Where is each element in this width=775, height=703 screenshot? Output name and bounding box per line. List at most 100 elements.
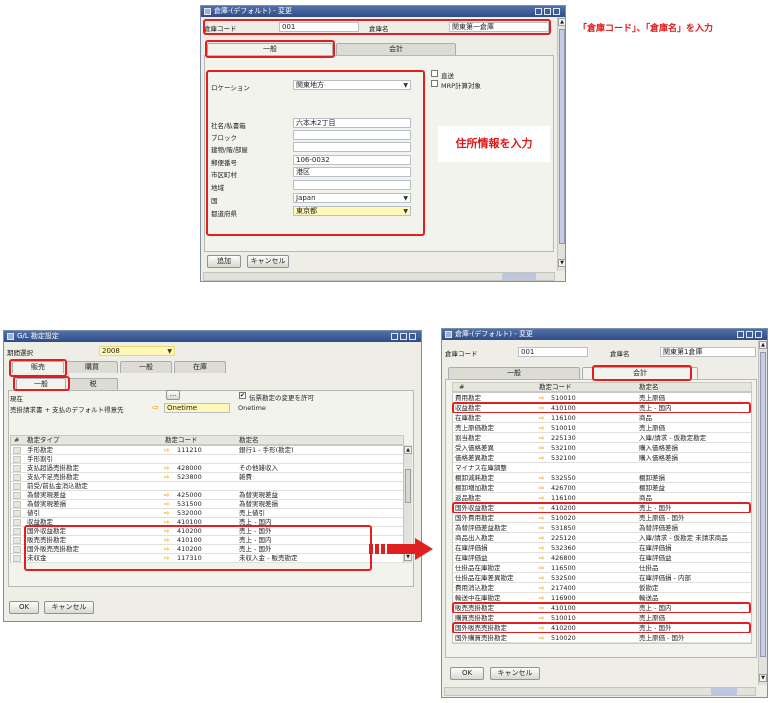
table-row[interactable]: 費用消込勘定 ⇨ 217400 仮勘定 <box>453 583 751 593</box>
add-button[interactable]: 追加 <box>207 255 241 268</box>
account-link-arrow-icon[interactable]: ⇨ <box>539 483 544 493</box>
tab-general[interactable]: 一般 <box>120 361 172 373</box>
cancel-button[interactable]: キャンセル <box>247 255 289 268</box>
account-link-arrow-icon[interactable]: ⇨ <box>539 513 544 523</box>
table-row[interactable]: 前受/前払金消込勘定 <box>11 482 403 491</box>
account-link-arrow-icon[interactable]: ⇨ <box>539 423 544 433</box>
horizontal-scrollbar[interactable] <box>444 687 756 696</box>
account-link-arrow-icon[interactable]: ⇨ <box>164 491 169 500</box>
table-row[interactable]: 手形割引 <box>11 455 403 464</box>
scroll-up-icon[interactable]: ▲ <box>558 18 565 26</box>
table-row[interactable]: 価格差異勘定 ⇨ 532100 購入価格差損 <box>453 453 751 463</box>
table-row[interactable]: 商品出入勘定 ⇨ 225120 入庫/請求 - 仮勘定 未請求商品 <box>453 533 751 543</box>
row-handle[interactable] <box>13 537 21 544</box>
table-row[interactable]: 受入価格差異 ⇨ 532100 購入価格差損 <box>453 443 751 453</box>
horizontal-scrollbar[interactable] <box>203 272 555 281</box>
minimize-icon[interactable] <box>535 8 542 15</box>
scroll-down-icon[interactable]: ▼ <box>759 674 767 682</box>
account-link-arrow-icon[interactable]: ⇨ <box>152 403 159 412</box>
table-row[interactable]: 値引 ⇨ 532000 売上値引 <box>11 509 403 518</box>
account-link-arrow-icon[interactable]: ⇨ <box>539 583 544 593</box>
table-row[interactable]: 割当勘定 ⇨ 225130 入庫/請求 - 仮勘定勘定 <box>453 433 751 443</box>
filter-button[interactable]: ... <box>166 390 180 400</box>
table-row[interactable]: 支払不足売掛勘定 ⇨ 523800 雑費 <box>11 473 403 482</box>
minimize-icon[interactable] <box>391 333 398 340</box>
row-handle[interactable] <box>13 465 21 472</box>
scroll-up-icon[interactable]: ▲ <box>404 446 412 454</box>
row-handle[interactable] <box>13 483 21 490</box>
account-link-arrow-icon[interactable]: ⇨ <box>164 509 169 518</box>
table-row[interactable]: 支払超過売掛勘定 ⇨ 428000 その他雑収入 <box>11 464 403 473</box>
table-row[interactable]: 在庫評価損 ⇨ 532360 在庫評価損 <box>453 543 751 553</box>
account-link-arrow-icon[interactable]: ⇨ <box>539 563 544 573</box>
row-handle[interactable] <box>13 492 21 499</box>
table-row[interactable]: 国外費用勘定 ⇨ 510020 売上原価 - 国外 <box>453 513 751 523</box>
tab-purchasing[interactable]: 購買 <box>66 361 118 373</box>
row-handle[interactable] <box>13 501 21 508</box>
scroll-thumb[interactable] <box>405 469 411 503</box>
tab-accounting[interactable]: 会計 <box>336 43 456 55</box>
table-row[interactable]: 在庫勘定 ⇨ 116100 商品 <box>453 413 751 423</box>
row-handle[interactable] <box>13 447 21 454</box>
table-row[interactable]: 手形勘定 ⇨ 111210 銀行1 - 手形(勘定) <box>11 446 403 455</box>
account-link-arrow-icon[interactable]: ⇨ <box>164 464 169 473</box>
table-row[interactable]: 仕掛品在庫勘定 ⇨ 116500 仕掛品 <box>453 563 751 573</box>
account-link-arrow-icon[interactable]: ⇨ <box>164 446 169 455</box>
table-row[interactable]: 仕掛品在庫差異勘定 ⇨ 532500 在庫評価損 - 内部 <box>453 573 751 583</box>
account-link-arrow-icon[interactable]: ⇨ <box>539 453 544 463</box>
hscroll-thumb[interactable] <box>711 688 737 695</box>
cancel-button[interactable]: キャンセル <box>490 667 540 680</box>
subtab-tax[interactable]: 税 <box>68 378 118 390</box>
close-icon[interactable] <box>553 8 560 15</box>
account-link-arrow-icon[interactable]: ⇨ <box>539 473 544 483</box>
account-link-arrow-icon[interactable]: ⇨ <box>539 543 544 553</box>
hscroll-thumb[interactable] <box>502 273 536 280</box>
account-link-arrow-icon[interactable]: ⇨ <box>539 443 544 453</box>
ok-button[interactable]: OK <box>450 667 484 680</box>
table-row[interactable]: 為替実現差益 ⇨ 425000 為替実現差益 <box>11 491 403 500</box>
cancel-button[interactable]: キャンセル <box>44 601 94 614</box>
ok-button[interactable]: OK <box>9 601 39 614</box>
vertical-scrollbar[interactable]: ▲ ▼ <box>557 17 565 271</box>
account-link-arrow-icon[interactable]: ⇨ <box>539 413 544 423</box>
scroll-thumb[interactable] <box>760 352 766 657</box>
account-link-arrow-icon[interactable]: ⇨ <box>164 500 169 509</box>
account-link-arrow-icon[interactable]: ⇨ <box>539 523 544 533</box>
minimize-icon[interactable] <box>737 331 744 338</box>
account-link-arrow-icon[interactable]: ⇨ <box>539 573 544 583</box>
scroll-down-icon[interactable]: ▼ <box>558 259 565 267</box>
tab-general[interactable]: 一般 <box>448 367 580 379</box>
account-link-arrow-icon[interactable]: ⇨ <box>539 633 544 643</box>
drop-ship-checkbox[interactable] <box>431 70 438 77</box>
table-row[interactable]: 棚卸増加勘定 ⇨ 426700 棚卸差益 <box>453 483 751 493</box>
table-row[interactable]: 為替実現差損 ⇨ 531500 為替実現差損 <box>11 500 403 509</box>
close-icon[interactable] <box>755 331 762 338</box>
tab-inventory[interactable]: 在庫 <box>174 361 226 373</box>
maximize-icon[interactable] <box>544 8 551 15</box>
scroll-up-icon[interactable]: ▲ <box>759 341 767 349</box>
row-handle[interactable] <box>13 519 21 526</box>
scroll-thumb[interactable] <box>559 29 565 244</box>
close-icon[interactable] <box>409 333 416 340</box>
mrp-checkbox[interactable] <box>431 80 438 87</box>
row-handle[interactable] <box>13 555 21 562</box>
account-link-arrow-icon[interactable]: ⇨ <box>539 533 544 543</box>
row-handle[interactable] <box>13 510 21 517</box>
maximize-icon[interactable] <box>400 333 407 340</box>
warehouse-code-input[interactable]: 001 <box>518 347 588 357</box>
default-customer-input[interactable]: Onetime <box>164 403 230 413</box>
table-row[interactable]: マイナス在庫調整 <box>453 463 751 473</box>
period-select[interactable]: 2008 ▼ <box>99 346 175 356</box>
table-row[interactable]: 売上原価勘定 ⇨ 510010 売上原価 <box>453 423 751 433</box>
account-link-arrow-icon[interactable]: ⇨ <box>539 553 544 563</box>
vertical-scrollbar[interactable]: ▲ ▼ <box>758 340 767 685</box>
table-row[interactable]: 為替評価差益勘定 ⇨ 531850 為替評価差損 <box>453 523 751 533</box>
account-link-arrow-icon[interactable]: ⇨ <box>539 433 544 443</box>
table-row[interactable]: 国外購買売掛勘定 ⇨ 510020 売上原価 - 国外 <box>453 633 751 643</box>
row-handle[interactable] <box>13 456 21 463</box>
maximize-icon[interactable] <box>746 331 753 338</box>
allow-change-checkbox[interactable]: ✔ <box>239 392 246 399</box>
table-row[interactable]: 在庫評価益 ⇨ 426800 在庫評価益 <box>453 553 751 563</box>
table-row[interactable]: 棚卸減耗勘定 ⇨ 532550 棚卸差損 <box>453 473 751 483</box>
warehouse-name-input[interactable]: 関東第1倉庫 <box>660 347 756 357</box>
